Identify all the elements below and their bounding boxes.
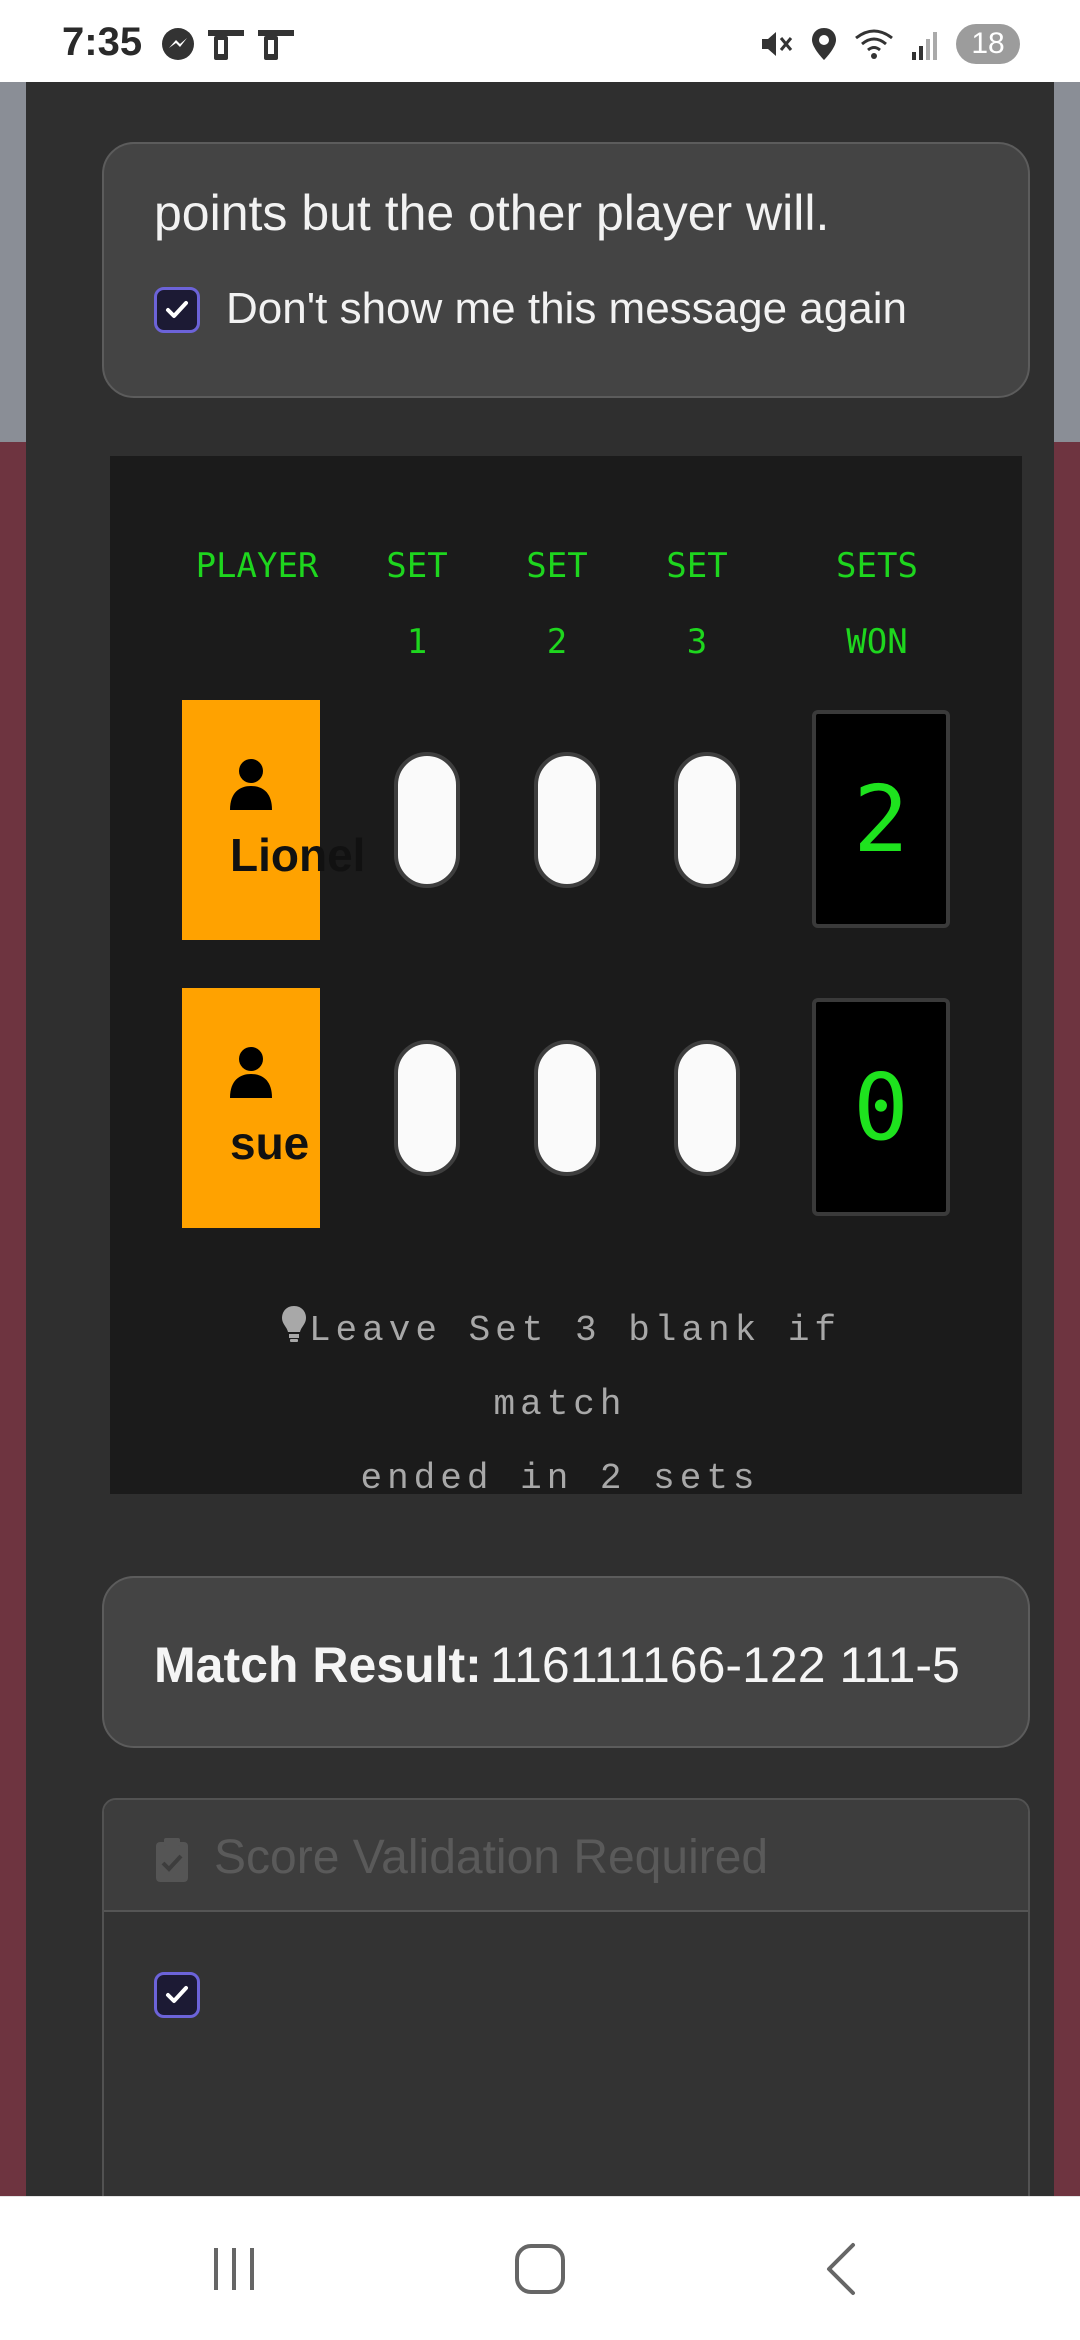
location-icon	[812, 28, 836, 60]
header-player: PLAYER	[195, 546, 319, 586]
hint-line-2: ended in 2 sets	[360, 1458, 760, 1499]
header-set3: SET	[666, 546, 728, 586]
player-name: Lionel	[230, 829, 366, 881]
header-set1: SET	[386, 546, 448, 586]
set2-score-input[interactable]	[534, 752, 600, 888]
back-button[interactable]	[816, 2237, 866, 2301]
home-button[interactable]	[510, 2237, 570, 2301]
signal-icon	[912, 32, 937, 60]
score-validation-header: Score Validation Required	[104, 1800, 1028, 1912]
set3-score-input[interactable]	[674, 1040, 740, 1176]
match-result-card: Match Result: 116111166-122 111-5	[102, 1576, 1030, 1748]
set1-score-input[interactable]	[394, 1040, 460, 1176]
check-icon	[166, 1986, 188, 2003]
clipboard-check-icon	[156, 1838, 188, 1882]
background-strip	[1054, 442, 1080, 2196]
notification-icon	[208, 30, 244, 60]
lightbulb-icon	[281, 1306, 306, 1342]
status-bar: 7:35 18	[0, 0, 1080, 82]
user-icon	[230, 759, 272, 810]
info-message-text: points but the other player will.	[154, 185, 830, 241]
header-set2: SET	[526, 546, 588, 586]
match-result-label: Match Result:	[154, 1637, 482, 1693]
set3-hint: Leave Set 3 blank if match ended in 2 se…	[200, 1294, 920, 1516]
match-result-value: 116111166-122 111-5	[490, 1637, 960, 1693]
mute-icon	[762, 32, 793, 56]
dont-show-again-label[interactable]: Don't show me this message again	[226, 284, 907, 334]
set3-score-input[interactable]	[674, 752, 740, 888]
set2-score-input[interactable]	[534, 1040, 600, 1176]
background-strip	[0, 82, 26, 442]
notification-icon	[258, 30, 294, 60]
status-left-icons	[160, 26, 296, 62]
scoreboard: PLAYER SET 1 SET 2 SET 3 SETS WON Lionel…	[110, 456, 1022, 1499]
validation-checkbox[interactable]	[154, 1972, 200, 2018]
dont-show-again-checkbox[interactable]	[154, 287, 200, 333]
info-message-card: points but the other player will. Don't …	[102, 142, 1030, 398]
score-validation-title: Score Validation Required	[214, 1831, 769, 1884]
header-set3-number: 3	[686, 622, 708, 662]
user-icon	[230, 1047, 272, 1098]
header-set2-number: 2	[546, 622, 568, 662]
messenger-icon	[162, 28, 194, 60]
check-icon	[166, 301, 188, 318]
modal-content: points but the other player will. Don't …	[26, 82, 1054, 2278]
wifi-icon	[855, 29, 893, 59]
battery-badge: 18	[956, 24, 1020, 64]
recent-apps-button[interactable]	[210, 2237, 260, 2301]
status-time: 7:35	[62, 20, 143, 64]
sets-won-display: 0	[812, 998, 950, 1216]
status-right-icons: 18	[758, 24, 1020, 64]
header-sets-won-sub: WON	[846, 622, 908, 662]
background-strip	[0, 442, 26, 2196]
background-strip	[1054, 82, 1080, 442]
set1-score-input[interactable]	[394, 752, 460, 888]
android-nav-bar	[0, 2196, 1080, 2340]
header-set1-number: 1	[406, 622, 428, 662]
header-sets-won: SETS	[836, 546, 918, 586]
player-card-1: Lionel	[182, 700, 365, 940]
hint-line-1: Leave Set 3 blank if match	[308, 1310, 842, 1425]
player-card-2: sue	[182, 988, 320, 1228]
back-icon	[827, 2243, 855, 2295]
player-name: sue	[230, 1117, 310, 1169]
recent-apps-icon	[214, 2248, 254, 2290]
sets-won-display: 2	[812, 710, 950, 928]
home-icon	[515, 2244, 565, 2294]
